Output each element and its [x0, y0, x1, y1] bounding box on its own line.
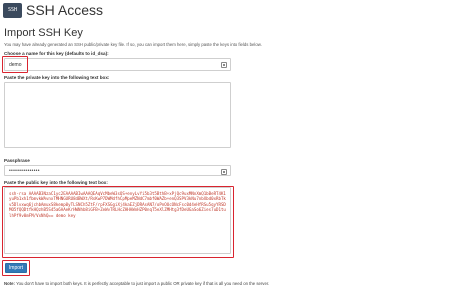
key-name-input[interactable]: demo	[4, 58, 231, 71]
import-button-highlight	[2, 260, 30, 276]
note-body: You don't have to import both keys. It i…	[16, 281, 270, 286]
passphrase-value: •••••••••••••••	[9, 168, 40, 174]
page-title: SSH Access	[26, 2, 104, 18]
intro-text: You may have already generated an SSH pu…	[4, 42, 262, 47]
autofill-icon	[221, 169, 227, 175]
public-key-highlight	[2, 186, 234, 258]
note-prefix: Note:	[4, 281, 15, 286]
ssh-terminal-icon: SSH	[3, 3, 22, 18]
public-key-label: Paste the public key into the following …	[4, 180, 108, 185]
section-title: Import SSH Key	[4, 27, 83, 39]
autofill-icon	[221, 62, 227, 68]
passphrase-label: Passphrase	[4, 158, 30, 163]
note-text: Note: You don't have to import both keys…	[4, 281, 269, 286]
private-key-label: Paste the private key into the following…	[4, 75, 110, 80]
passphrase-input[interactable]: •••••••••••••••	[4, 165, 231, 176]
app-header: SSH SSH Access	[0, 0, 474, 22]
private-key-textarea[interactable]	[4, 82, 231, 148]
key-name-value: demo	[9, 62, 22, 68]
